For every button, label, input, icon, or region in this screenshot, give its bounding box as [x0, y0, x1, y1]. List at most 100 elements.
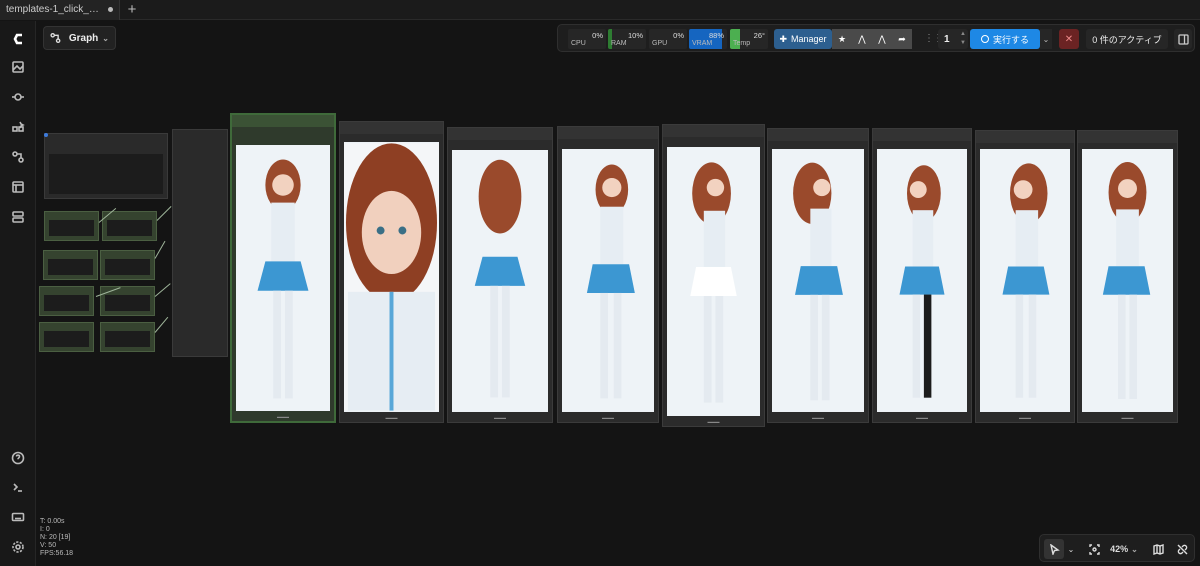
- run-button[interactable]: 実行する: [970, 29, 1040, 49]
- image-preview-node[interactable]: ▬▬▬: [1077, 130, 1178, 423]
- cancel-button[interactable]: ✕: [1059, 29, 1079, 49]
- mode-chevron-down-icon[interactable]: ⌄: [1065, 539, 1077, 559]
- terminal-icon[interactable]: [8, 477, 28, 497]
- image-preview-node[interactable]: ▬▬▬: [662, 124, 765, 427]
- image-preview-node[interactable]: ▬▬▬: [230, 113, 336, 423]
- image-caption: ▬▬▬: [385, 415, 398, 420]
- meter-label: RAM: [611, 40, 627, 47]
- preview-image: [452, 150, 548, 412]
- workflow-icon[interactable]: [8, 147, 28, 167]
- prompt-node[interactable]: [39, 322, 94, 352]
- image-caption: ▬▬▬: [916, 415, 928, 420]
- graph-icon: [50, 32, 61, 44]
- images-icon[interactable]: [8, 57, 28, 77]
- hide-links-button[interactable]: [1174, 539, 1190, 559]
- zoom-level-button[interactable]: 42% ⌄: [1106, 539, 1142, 559]
- unsaved-dot-icon: [108, 7, 113, 12]
- prompt-node[interactable]: [100, 322, 155, 352]
- keyboard-icon[interactable]: [8, 507, 28, 527]
- node-header: [448, 128, 552, 140]
- prompt-node[interactable]: [44, 211, 99, 241]
- tab-label: templates-1_click_m...: [6, 4, 102, 15]
- active-queue-button[interactable]: 0 件のアクティブ: [1086, 29, 1168, 49]
- node-header: [768, 129, 868, 141]
- top-toolbar: CPU 0% RAM 10% GPU 0% VRAM 88% Temp 26° …: [557, 24, 1195, 52]
- image-preview-node[interactable]: ▬▬▬: [975, 130, 1075, 423]
- favorite-icon[interactable]: ★: [832, 29, 852, 49]
- preview-image: [1082, 149, 1173, 412]
- manager-button[interactable]: ✚ Manager: [774, 29, 832, 49]
- node-header: [232, 115, 334, 127]
- stepper-arrows-icon[interactable]: ▲ ▼: [960, 30, 966, 48]
- run-options-chevron-icon[interactable]: ⌄: [1040, 29, 1052, 49]
- help-icon[interactable]: [8, 448, 28, 468]
- vram-meter: VRAM 88%: [689, 29, 727, 49]
- panel-icon: [1177, 33, 1189, 45]
- nodes-icon[interactable]: [8, 117, 28, 137]
- stat-time: T: 0.00s: [40, 518, 65, 525]
- minimap-button[interactable]: [1150, 539, 1166, 559]
- preview-image: [980, 149, 1070, 412]
- share-icon[interactable]: ⋀: [852, 29, 872, 49]
- meter-value: 0%: [673, 31, 684, 40]
- cpu-meter: CPU 0%: [568, 29, 606, 49]
- preview-image: [667, 147, 760, 416]
- image-preview-node[interactable]: ▬▬▬: [557, 126, 659, 423]
- sidebar: [0, 21, 36, 566]
- app-window: templates-1_click_m... + Graph ⌄ CPU 0% …: [0, 0, 1200, 566]
- node-header: [873, 129, 971, 141]
- image-preview-node[interactable]: ▬▬▬: [339, 121, 444, 423]
- chevron-down-icon: ⌄: [1131, 544, 1138, 554]
- node-widget-area: [49, 154, 163, 194]
- meter-value: 88%: [708, 31, 724, 40]
- image-preview-node[interactable]: ▬▬▬: [767, 128, 869, 423]
- node-header: [340, 122, 443, 134]
- preview-image: [236, 145, 330, 411]
- logo-icon[interactable]: [8, 29, 28, 49]
- preview-image: [877, 149, 967, 412]
- toggle-panel-button[interactable]: [1174, 29, 1192, 49]
- link-wire: [154, 240, 166, 259]
- image-caption: ▬▬▬: [277, 414, 289, 419]
- publish-icon[interactable]: ⋀: [872, 29, 892, 49]
- map-icon: [1152, 543, 1164, 555]
- sampler-node[interactable]: [172, 129, 228, 357]
- model-icon[interactable]: [8, 87, 28, 107]
- loader-node[interactable]: [44, 133, 168, 199]
- queue-count-stepper[interactable]: 1 ▲ ▼: [938, 29, 968, 49]
- stat-i: I: 0: [40, 526, 50, 533]
- tab-workflow[interactable]: templates-1_click_m...: [0, 0, 120, 20]
- node-header: [663, 125, 764, 137]
- image-caption: ▬▬▬: [602, 415, 614, 420]
- fit-view-button[interactable]: [1086, 539, 1102, 559]
- image-caption: ▬▬▬: [812, 415, 824, 420]
- image-preview-node[interactable]: ▬▬▬: [872, 128, 972, 423]
- graph-mode-button[interactable]: Graph ⌄: [43, 26, 116, 50]
- layout-icon[interactable]: [8, 207, 28, 227]
- image-caption: ▬▬▬: [1121, 415, 1134, 420]
- temp-meter: Temp 26°: [730, 29, 768, 49]
- image-preview-node[interactable]: ▬▬▬: [447, 127, 553, 423]
- prompt-node[interactable]: [100, 250, 155, 280]
- prompt-node[interactable]: [39, 286, 94, 316]
- preview-image: [772, 149, 864, 412]
- link-off-icon: [1177, 544, 1187, 554]
- link-wire: [156, 206, 172, 221]
- prompt-node[interactable]: [43, 250, 98, 280]
- templates-icon[interactable]: [8, 177, 28, 197]
- preview-image: [562, 149, 654, 412]
- zoom-level-value: 42%: [1110, 544, 1129, 554]
- new-tab-button[interactable]: +: [120, 0, 144, 20]
- prompt-node[interactable]: [102, 211, 157, 241]
- gpu-meter: GPU 0%: [649, 29, 687, 49]
- node-header: [558, 127, 658, 139]
- node-header: [976, 131, 1074, 143]
- export-icon[interactable]: ➦: [892, 29, 912, 49]
- settings-icon[interactable]: [8, 537, 28, 557]
- render-stats: T: 0.00s I: 0 N: 20 [19] V: 50 FPS:56.18: [40, 518, 73, 558]
- node-header: [1078, 131, 1177, 143]
- pointer-mode-button[interactable]: [1044, 539, 1064, 559]
- meter-label: VRAM: [692, 40, 713, 47]
- run-label: 実行する: [992, 34, 1029, 45]
- node-pin[interactable]: [44, 133, 48, 137]
